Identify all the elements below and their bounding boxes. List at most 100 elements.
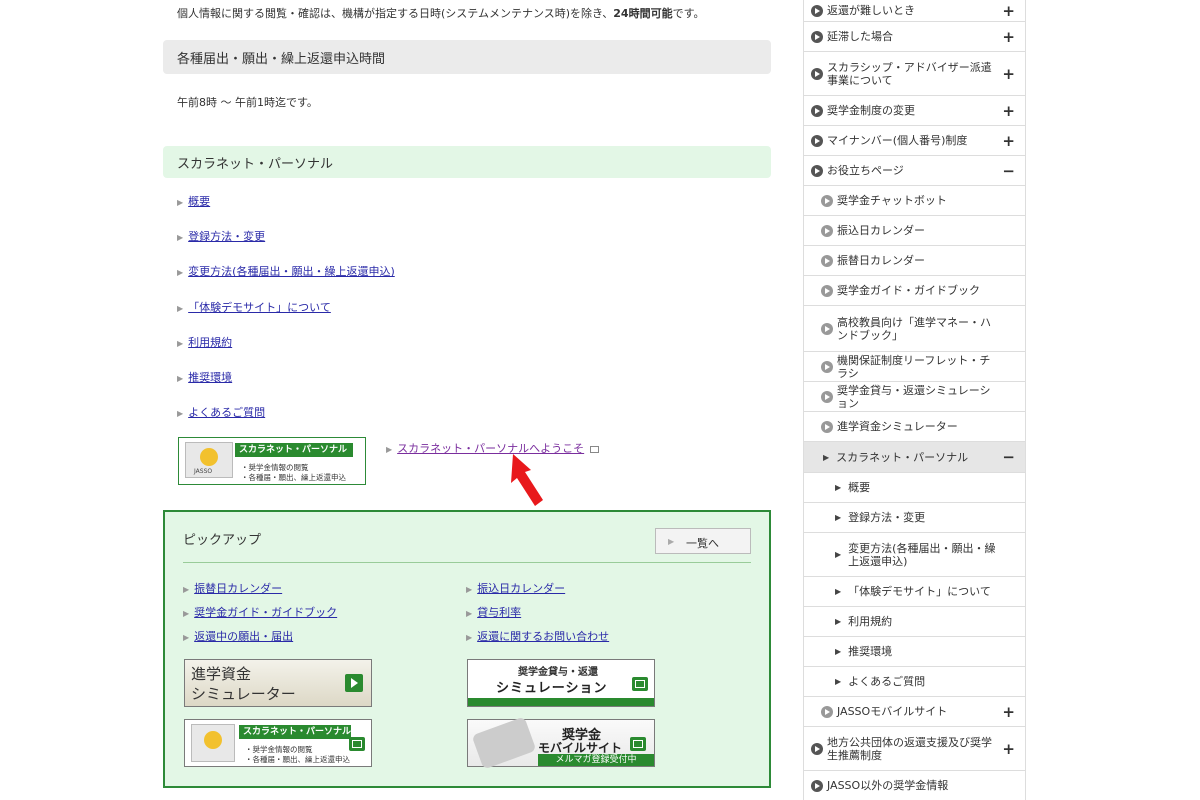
play-circle-icon: [811, 4, 823, 17]
sidebar-item-label: 振込日カレンダー: [837, 224, 925, 237]
external-window-icon: [630, 737, 646, 751]
list-button-label: 一覧へ: [686, 537, 719, 550]
sidebar-item[interactable]: 振込日カレンダー: [804, 216, 1025, 246]
jasso-logo-icon: [204, 731, 222, 749]
sidebar-item[interactable]: 振替日カレンダー: [804, 246, 1025, 276]
link[interactable]: 利用規約: [188, 336, 232, 349]
sidebar-item[interactable]: ▶ 概要: [804, 473, 1025, 503]
laptop-image: JASSO: [185, 442, 233, 478]
link[interactable]: 貸与利率: [477, 606, 521, 619]
hours-text: 午前8時 〜 午前1時迄です。: [177, 96, 318, 109]
sidebar-item[interactable]: お役立ちページ −: [804, 156, 1025, 186]
link[interactable]: 概要: [188, 195, 210, 208]
sidebar-item[interactable]: ▶ 変更方法(各種届出・願出・繰上返還申込): [804, 533, 1025, 577]
banner-title: スカラネット・パーソナル: [239, 725, 351, 739]
sidebar-item-label: 機関保証制度リーフレット・チラシ: [837, 353, 991, 380]
list-item: ▶ よくあるご質問: [177, 404, 395, 439]
play-circle-icon: [821, 420, 833, 433]
expand-plus-icon[interactable]: +: [1002, 703, 1015, 721]
bullet-triangle-icon: ▶: [466, 609, 473, 618]
sidebar-item-label: 利用規約: [848, 615, 893, 628]
scalanet-banner[interactable]: JASSO スカラネット・パーソナル ・奨学金情報の閲覧 ・各種届・願出、繰上返…: [178, 437, 366, 485]
link[interactable]: 推奨環境: [188, 371, 232, 384]
link[interactable]: 振替日カレンダー: [194, 582, 282, 595]
expand-plus-icon[interactable]: +: [1002, 740, 1015, 758]
sidebar-item-label: 延滞した場合: [827, 30, 893, 43]
sidebar-item[interactable]: 延滞した場合 +: [804, 22, 1025, 52]
sidebar-item[interactable]: 返還が難しいとき +: [804, 0, 1025, 22]
link[interactable]: 振込日カレンダー: [477, 582, 565, 595]
sidebar-item[interactable]: ▶ 「体験デモサイト」について: [804, 577, 1025, 607]
sidebar-item[interactable]: 高校教員向け「進学マネー・ハンドブック」: [804, 306, 1025, 352]
laptop-image: [191, 724, 235, 762]
expand-plus-icon[interactable]: +: [1002, 65, 1015, 83]
sidebar-item[interactable]: スカラシップ・アドバイザー派遣事業について +: [804, 52, 1025, 96]
sidebar-item[interactable]: マイナンバー(個人番号)制度 +: [804, 126, 1025, 156]
chevron-right-icon: ▶: [668, 537, 675, 546]
bullet-triangle-icon: ▶: [183, 609, 190, 618]
sidebar-item[interactable]: ▶ よくあるご質問: [804, 667, 1025, 697]
play-circle-icon: [821, 705, 833, 718]
collapse-minus-icon[interactable]: −: [1002, 448, 1015, 466]
sidebar-item-label: 奨学金貸与・返還シミュレーション: [837, 383, 991, 410]
loan-simulation-banner[interactable]: 奨学金貸与・返還 シミュレーション: [467, 659, 655, 707]
play-circle-icon: [811, 67, 823, 80]
play-circle-icon: [821, 224, 833, 237]
sidebar-item[interactable]: 奨学金貸与・返還シミュレーション: [804, 382, 1025, 412]
sidebar-item-label: 進学資金シミュレーター: [837, 420, 958, 433]
expand-plus-icon[interactable]: +: [1002, 132, 1015, 150]
list-button[interactable]: ▶ 一覧へ: [655, 528, 751, 554]
link[interactable]: 返還に関するお問い合わせ: [477, 630, 609, 643]
sidebar-item-label: 概要: [848, 481, 871, 494]
sidebar-item-label: JASSOモバイルサイト: [837, 705, 948, 718]
bullet-triangle-icon: ▶: [466, 585, 473, 594]
bullet-triangle-icon: ▶: [386, 445, 393, 454]
play-circle-icon: [811, 104, 823, 117]
banner-loan-line1: 奨学金貸与・返還: [518, 667, 598, 678]
sidebar-item[interactable]: 地方公共団体の返還支援及び奨学生推薦制度 +: [804, 727, 1025, 771]
sidebar-item[interactable]: ▶ スカラネット・パーソナル −: [804, 442, 1025, 473]
link[interactable]: 奨学金ガイド・ガイドブック: [194, 606, 337, 619]
expand-plus-icon[interactable]: +: [1002, 102, 1015, 120]
mobile-site-banner[interactable]: 奨学金 モバイルサイト メルマガ登録受付中: [467, 716, 655, 770]
sidebar-item[interactable]: 奨学金ガイド・ガイドブック: [804, 276, 1025, 306]
shingaku-simulator-banner[interactable]: 進学資金 シミュレーター: [184, 659, 372, 707]
jasso-logo-text: JASSO: [194, 468, 213, 475]
banner-green-strip: [468, 698, 654, 706]
play-circle-icon: [811, 742, 823, 755]
bullet-triangle-icon: ▶: [466, 633, 473, 642]
external-window-icon: [632, 677, 648, 691]
link[interactable]: 返還中の願出・届出: [194, 630, 293, 643]
expand-plus-icon[interactable]: +: [1002, 28, 1015, 46]
welcome-link[interactable]: スカラネット・パーソナルへようこそ: [397, 442, 584, 455]
link[interactable]: 変更方法(各種届出・願出・繰上返還申込): [188, 265, 395, 278]
link[interactable]: 「体験デモサイト」について: [188, 301, 331, 314]
list-item: ▶ 振替日カレンダー: [183, 580, 337, 604]
link[interactable]: 登録方法・変更: [188, 230, 265, 243]
sidebar-item-label: 高校教員向け「進学マネー・ハンドブック」: [837, 315, 991, 342]
expand-plus-icon[interactable]: +: [1002, 2, 1015, 20]
sidebar-item-label: 推奨環境: [848, 645, 893, 658]
list-item: ▶ 返還中の願出・届出: [183, 628, 337, 652]
play-circle-icon: [811, 134, 823, 147]
bullet-triangle-icon: ▶: [183, 585, 190, 594]
sidebar-item[interactable]: JASSO以外の奨学金情報: [804, 771, 1025, 800]
sidebar-item[interactable]: 奨学金チャットボット: [804, 186, 1025, 216]
banner-line2: ・各種届・願出、繰上返還申込: [245, 755, 350, 764]
banner-title: スカラネット・パーソナル: [235, 443, 353, 457]
sidebar-item[interactable]: ▶ 利用規約: [804, 607, 1025, 637]
scalanet-banner-small[interactable]: スカラネット・パーソナル ・奨学金情報の閲覧 ・各種届・願出、繰上返還申込: [184, 719, 372, 767]
sidebar-item[interactable]: 奨学金制度の変更 +: [804, 96, 1025, 126]
play-circle-icon: [821, 390, 833, 403]
collapse-minus-icon[interactable]: −: [1002, 162, 1015, 180]
link[interactable]: よくあるご質問: [188, 406, 265, 419]
sidebar-item[interactable]: 機関保証制度リーフレット・チラシ: [804, 352, 1025, 382]
list-item: ▶ 振込日カレンダー: [466, 580, 609, 604]
sidebar-item[interactable]: JASSOモバイルサイト +: [804, 697, 1025, 727]
pickup-box: ピックアップ ▶ 一覧へ ▶ 振替日カレンダー ▶ 奨学金ガイド・ガイドブック ▶ 返還中の…: [163, 510, 771, 788]
sidebar-item[interactable]: ▶ 推奨環境: [804, 637, 1025, 667]
sidebar-item-label: 「体験デモサイト」について: [848, 585, 991, 598]
sidebar-item[interactable]: 進学資金シミュレーター: [804, 412, 1025, 442]
play-circle-icon: [821, 254, 833, 267]
sidebar-item[interactable]: ▶ 登録方法・変更: [804, 503, 1025, 533]
